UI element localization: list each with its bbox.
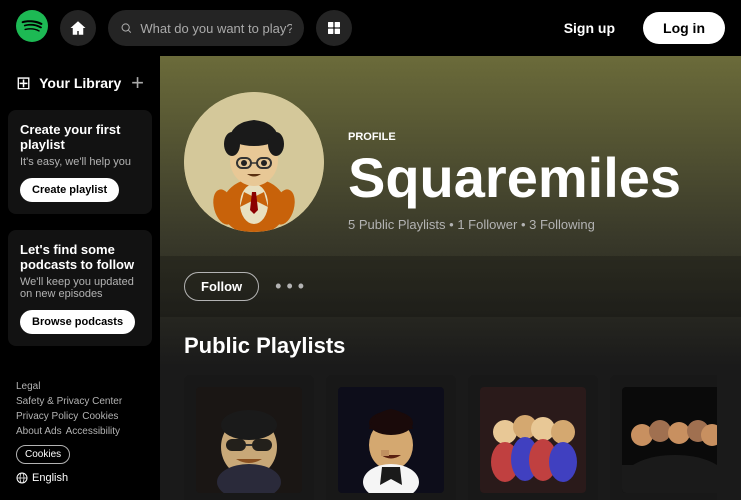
podcasts-card: Let's find some podcasts to follow We'll… xyxy=(8,230,152,346)
cookies-link[interactable]: Cookies xyxy=(82,411,118,422)
home-button[interactable] xyxy=(60,10,96,46)
profile-actions: Follow • • • xyxy=(160,256,741,317)
profile-avatar xyxy=(184,92,324,232)
privacy-link[interactable]: Privacy Policy xyxy=(16,411,78,422)
following-count: 3 Following xyxy=(529,217,595,232)
install-button[interactable] xyxy=(316,10,352,46)
podcasts-body: We'll keep you updated on new episodes xyxy=(20,276,140,300)
playlists-count: 5 Public Playlists xyxy=(348,217,446,232)
public-playlists-section: Public Playlists Classical Bangers 🎼766,… xyxy=(160,317,741,500)
playlist-grid: Classical Bangers 🎼766,492 Followers Top… xyxy=(184,375,717,500)
create-playlist-body: It's easy, we'll help you xyxy=(20,156,140,168)
browse-podcasts-button[interactable]: Browse podcasts xyxy=(20,310,135,334)
follow-button[interactable]: Follow xyxy=(184,272,259,301)
sidebar-footer: Legal Safety & Privacy Center Privacy Po… xyxy=(0,373,160,492)
library-icon: ⊞ xyxy=(16,73,31,94)
search-bar[interactable] xyxy=(108,10,304,46)
playlist-cover xyxy=(196,387,302,493)
login-button[interactable]: Log in xyxy=(643,12,725,44)
cookies-button[interactable]: Cookies xyxy=(16,445,70,464)
search-icon xyxy=(120,21,132,35)
playlist-cover xyxy=(338,387,444,493)
accessibility-link[interactable]: Accessibility xyxy=(66,426,120,437)
profile-header: Profile Squaremiles 5 Public Playlists •… xyxy=(160,56,741,256)
spotify-logo[interactable] xyxy=(16,10,48,47)
library-title: Your Library xyxy=(39,75,121,91)
library-header: ⊞ Your Library + xyxy=(0,64,160,102)
profile-type: Profile xyxy=(348,131,717,143)
create-playlist-card: Create your first playlist It's easy, we… xyxy=(8,110,152,214)
create-playlist-heading: Create your first playlist xyxy=(20,122,140,152)
footer-links: Legal Safety & Privacy Center Privacy Po… xyxy=(16,381,144,437)
more-options-button[interactable]: • • • xyxy=(275,276,304,297)
playlist-card[interactable]: Classical Bangers 🎼766,492 Followers xyxy=(184,375,314,500)
search-input[interactable] xyxy=(140,21,292,36)
followers-count: 1 Follower xyxy=(457,217,517,232)
profile-name: Squaremiles xyxy=(348,147,717,209)
language-button[interactable]: English xyxy=(16,472,68,484)
playlist-card[interactable]: Top 48 most streamed songs on...3 Follow… xyxy=(610,375,717,500)
create-playlist-button[interactable]: Create playlist xyxy=(20,178,119,202)
main-content: Profile Squaremiles 5 Public Playlists •… xyxy=(160,56,741,500)
legal-link[interactable]: Legal xyxy=(16,381,40,392)
topnav: Sign up Log in xyxy=(0,0,741,56)
playlist-card[interactable]: ABBA: Best Of The Best244,597 Followers xyxy=(468,375,598,500)
playlist-cover xyxy=(480,387,586,493)
profile-meta: 5 Public Playlists • 1 Follower • 3 Foll… xyxy=(348,217,717,232)
playlist-cover xyxy=(622,387,717,493)
main-area: ⊞ Your Library + Create your first playl… xyxy=(0,56,741,500)
safety-link[interactable]: Safety & Privacy Center xyxy=(16,396,122,407)
signup-button[interactable]: Sign up xyxy=(548,12,631,44)
profile-info: Profile Squaremiles 5 Public Playlists •… xyxy=(348,131,717,232)
playlist-card[interactable]: Top 100 most recognisable songs ...70,58… xyxy=(326,375,456,500)
about-ads-link[interactable]: About Ads xyxy=(16,426,62,437)
globe-icon xyxy=(16,472,28,484)
podcasts-heading: Let's find some podcasts to follow xyxy=(20,242,140,272)
sidebar: ⊞ Your Library + Create your first playl… xyxy=(0,56,160,500)
section-title: Public Playlists xyxy=(184,333,717,359)
add-library-button[interactable]: + xyxy=(131,72,144,94)
language-label: English xyxy=(32,472,68,484)
